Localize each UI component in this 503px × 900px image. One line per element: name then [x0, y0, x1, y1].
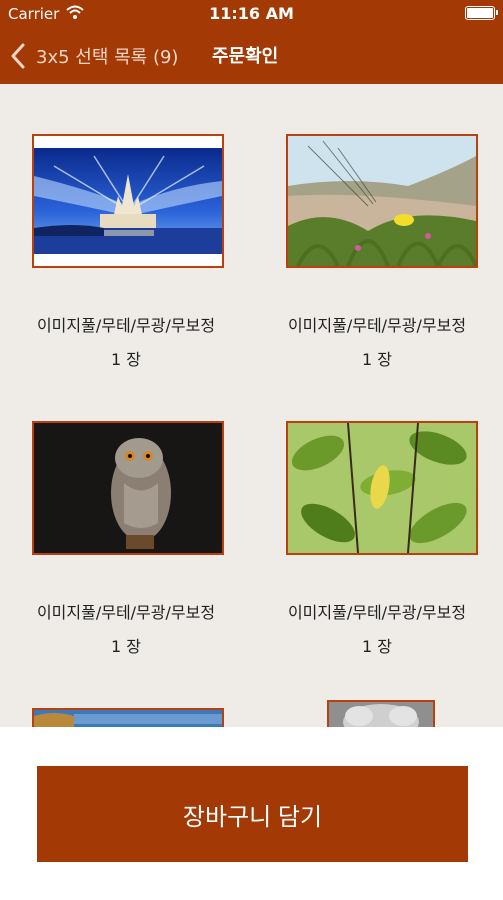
photo-item[interactable] [0, 658, 252, 727]
back-button[interactable]: 3x5 선택 목록 (9) [10, 41, 178, 71]
photo-item[interactable] [251, 658, 503, 727]
owl-photo [34, 423, 222, 553]
photo-thumbnail-owl[interactable] [32, 421, 224, 555]
status-bar: Carrier 11:16 AM [0, 0, 503, 28]
photo-thumbnail-koala[interactable] [327, 700, 435, 727]
item-name: 이미지풀/무테/무광/무보정 [287, 603, 467, 622]
dune-flower-photo [288, 136, 478, 267]
item-quantity: 1 장 [362, 350, 392, 369]
status-time: 11:16 AM [209, 4, 294, 23]
item-name: 이미지풀/무테/무광/무보정 [36, 603, 216, 622]
photo-item[interactable]: 이미지풀/무테/무광/무보정 1 장 [0, 84, 252, 384]
photo-item[interactable]: 이미지풀/무테/무광/무보정 1 장 [251, 84, 503, 384]
navigation-bar: 3x5 선택 목록 (9) 주문확인 [0, 28, 503, 84]
chevron-left-icon [11, 43, 25, 69]
photo-grid[interactable]: 이미지풀/무테/무광/무보정 1 장 이미지풀/무테/무광/무보정 1 장 이미… [0, 84, 503, 727]
item-quantity: 1 장 [111, 637, 141, 656]
photo-thumbnail-coast[interactable] [32, 708, 224, 727]
coast-photo [34, 710, 222, 727]
photo-thumbnail-dune[interactable] [286, 134, 478, 268]
item-quantity: 1 장 [111, 350, 141, 369]
photo-thumbnail-lemon[interactable] [286, 421, 478, 555]
photo-item[interactable]: 이미지풀/무테/무광/무보정 1 장 [251, 371, 503, 671]
photo-item[interactable]: 이미지풀/무테/무광/무보정 1 장 [0, 371, 252, 671]
koala-photo [329, 702, 433, 727]
bottom-action-area: 장바구니 담기 [0, 727, 503, 900]
battery-icon [465, 6, 498, 20]
item-quantity: 1 장 [362, 637, 392, 656]
photo-thumbnail-castle[interactable] [32, 134, 224, 268]
item-name: 이미지풀/무테/무광/무보정 [36, 316, 216, 335]
item-name: 이미지풀/무테/무광/무보정 [287, 316, 467, 335]
back-button-label: 3x5 선택 목록 (9) [36, 47, 179, 68]
lemon-tree-photo [288, 422, 476, 554]
page-title: 주문확인 [212, 46, 279, 67]
add-to-cart-button[interactable]: 장바구니 담기 [37, 766, 468, 862]
castle-photo [34, 148, 222, 254]
